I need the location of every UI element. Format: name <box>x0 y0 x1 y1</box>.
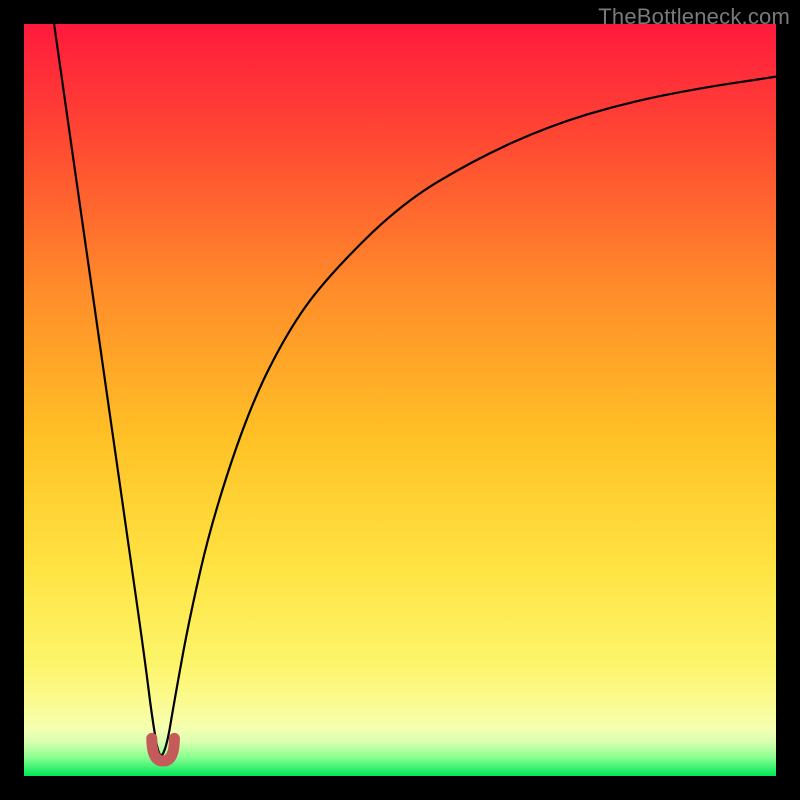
watermark-text: TheBottleneck.com <box>598 4 790 30</box>
chart-frame <box>24 24 776 776</box>
bottleneck-curve <box>24 24 776 776</box>
